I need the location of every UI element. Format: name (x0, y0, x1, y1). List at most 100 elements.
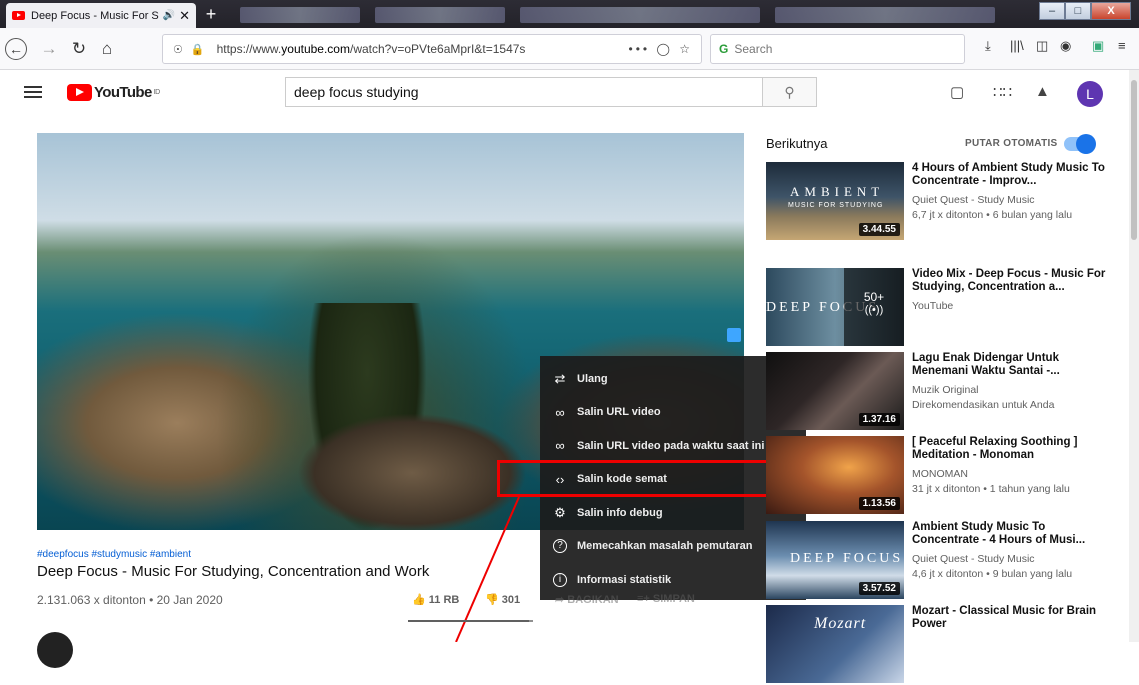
notifications-bell-icon[interactable]: ▲ (1035, 83, 1050, 100)
dislike-button[interactable]: 👎 301 (485, 593, 520, 606)
youtube-play-icon (67, 84, 92, 101)
recommended-meta: 31 jt x ditonton • 1 tahun yang lalu (912, 483, 1070, 495)
search-input[interactable]: deep focus studying (285, 77, 763, 107)
video-hashtags[interactable]: #deepfocus #studymusic #ambient (37, 549, 191, 560)
page-scrollbar[interactable] (1129, 70, 1139, 642)
link-icon: ∞ (555, 438, 565, 454)
recommended-video[interactable]: DEEP FOCUS 3.57.52 Ambient Study Music To … (766, 521, 1111, 601)
recommended-channel[interactable]: Quiet Quest - Study Music (912, 194, 1035, 206)
guide-menu-icon[interactable] (24, 83, 42, 103)
maximize-icon[interactable]: □ (1065, 2, 1091, 20)
create-video-icon[interactable]: ▢ (950, 83, 964, 101)
back-arrow-icon[interactable]: ← (5, 38, 27, 60)
minimize-icon[interactable]: – (1039, 2, 1065, 20)
playlist-count-overlay: 50+ ((•)) (844, 268, 904, 346)
speaker-icon[interactable]: 🔊 (163, 10, 175, 21)
channel-avatar[interactable] (37, 632, 73, 668)
save-button[interactable]: ≡+ SIMPAN (637, 593, 695, 605)
youtube-favicon-icon (12, 11, 25, 20)
blurred-tab[interactable] (375, 7, 505, 23)
url-text[interactable]: https://www.youtube.com/watch?v=oPVte6aM… (217, 42, 526, 56)
window-controls: – □ X (1039, 2, 1131, 20)
recommended-title[interactable]: [ Peaceful Relaxing Soothing ] Meditatio… (912, 436, 1110, 462)
shield-icon[interactable]: ☉ (173, 43, 183, 56)
tab-title: Deep Focus - Music For Stu (31, 9, 159, 22)
browser-toolbar: ← → ↻ ⌂ ☉ 🔒 https://www.youtube.com/watc… (0, 28, 1139, 70)
close-tab-icon[interactable]: ✕ (179, 8, 190, 24)
search-button[interactable]: ⚲ (762, 77, 817, 107)
like-button[interactable]: 👍 11 RB (412, 593, 459, 606)
recommended-video[interactable]: 1.37.16 Lagu Enak Didengar Untuk Menemani… (766, 352, 1111, 432)
library-icon[interactable]: |||\ (1010, 38, 1024, 53)
recommended-video[interactable]: 1.13.56 [ Peaceful Relaxing Soothing ] Me… (766, 436, 1111, 516)
up-next-heading: Berikutnya (766, 136, 828, 151)
debug-icon: ⚙ (554, 504, 566, 520)
context-menu-label: Salin info debug (577, 506, 663, 519)
thumbs-up-icon: 👍 (412, 594, 426, 606)
sidebar-icon[interactable]: ◫ (1036, 38, 1048, 54)
thumbnail-text: AMBIENT (790, 184, 885, 199)
blurred-tab[interactable] (240, 7, 360, 23)
recommended-meta: 6,7 jt x ditonton • 6 bulan yang lalu (912, 209, 1073, 221)
thumbnail-text: DEEP FOCUS (790, 551, 904, 566)
video-thumbnail[interactable]: 1.13.56 (766, 436, 904, 514)
context-menu-label: Ulang (577, 372, 608, 385)
annotation-highlight-box (497, 460, 799, 497)
loop-icon: ⇄ (554, 370, 566, 386)
recommended-meta: Direkomendasikan untuk Anda (912, 399, 1055, 411)
autoplay-label: PUTAR OTOMATIS (965, 138, 1058, 149)
youtube-header: YouTube ID deep focus studying ⚲ ▢ ∷∷ ▲ L (0, 70, 1129, 116)
help-icon: ? (553, 539, 567, 554)
apps-grid-icon[interactable]: ∷∷ (993, 83, 1012, 101)
page-actions[interactable]: ••• ◯ ☆ (629, 42, 693, 56)
lock-icon[interactable]: 🔒 (191, 43, 205, 56)
avatar[interactable]: L (1077, 81, 1103, 107)
recommended-channel[interactable]: MONOMAN (912, 468, 968, 480)
like-ratio-bar (408, 620, 533, 622)
miniplayer-icon[interactable] (727, 328, 741, 342)
extension-icon[interactable]: ▣ (1092, 38, 1104, 54)
link-icon: ∞ (555, 404, 565, 420)
recommended-video[interactable]: DEEP FOCUS 50+ ((•)) Video Mix - Deep Focus… (766, 268, 1111, 348)
video-title: Deep Focus - Music For Studying, Concent… (37, 563, 430, 580)
thumbnail-subtext: MUSIC FOR STUDYING (788, 202, 884, 209)
recommended-channel[interactable]: YouTube (912, 300, 953, 312)
browser-search-field[interactable]: G Search (710, 34, 965, 64)
share-button[interactable]: ➦ BAGIKAN (555, 593, 619, 606)
context-menu-label: Informasi statistik (577, 573, 672, 586)
forward-arrow-icon[interactable]: → (36, 36, 62, 62)
tab-active[interactable]: Deep Focus - Music For Stu 🔊 ✕ (6, 3, 196, 28)
autoplay-toggle[interactable] (1064, 134, 1096, 154)
reload-icon[interactable]: ↻ (66, 36, 92, 62)
video-thumbnail[interactable]: DEEP FOCUS 50+ ((•)) (766, 268, 904, 346)
recommended-channel[interactable]: Quiet Quest - Study Music (912, 553, 1035, 565)
video-duration: 3.57.52 (858, 582, 900, 595)
search-engine-icon[interactable]: G (719, 42, 728, 56)
download-icon[interactable]: ⤓ (985, 38, 991, 54)
video-thumbnail[interactable]: AMBIENT MUSIC FOR STUDYING 3.44.55 (766, 162, 904, 240)
video-thumbnail[interactable]: Mozart (766, 605, 904, 683)
recommended-channel[interactable]: Muzik Original (912, 384, 979, 396)
video-thumbnail[interactable]: 1.37.16 (766, 352, 904, 430)
context-menu-label: Salin URL video pada waktu saat ini (577, 439, 765, 452)
new-tab-button[interactable]: + (200, 3, 222, 28)
url-bar[interactable]: ☉ 🔒 https://www.youtube.com/watch?v=oPVt… (162, 34, 702, 64)
recommended-meta: 4,6 jt x ditonton • 9 bulan yang lalu (912, 568, 1073, 580)
account-icon[interactable]: ◉ (1060, 38, 1071, 54)
video-thumbnail[interactable]: DEEP FOCUS 3.57.52 (766, 521, 904, 599)
video-duration: 1.37.16 (858, 413, 900, 426)
recommended-title[interactable]: 4 Hours of Ambient Study Music To Concen… (912, 162, 1110, 188)
recommended-title[interactable]: Ambient Study Music To Concentrate - 4 H… (912, 521, 1110, 547)
recommended-video[interactable]: AMBIENT MUSIC FOR STUDYING 3.44.55 4 Hours … (766, 162, 1111, 242)
recommended-title[interactable]: Mozart - Classical Music for Brain Power (912, 605, 1110, 631)
recommended-title[interactable]: Video Mix - Deep Focus - Music For Study… (912, 268, 1110, 294)
hamburger-menu-icon[interactable]: ≡ (1118, 38, 1126, 53)
video-duration: 3.44.55 (858, 223, 900, 236)
recommended-video[interactable]: Mozart Mozart - Classical Music for Brain… (766, 605, 1111, 685)
blurred-tab[interactable] (520, 7, 760, 23)
home-icon[interactable]: ⌂ (94, 36, 120, 62)
recommended-title[interactable]: Lagu Enak Didengar Untuk Menemani Waktu … (912, 352, 1110, 378)
blurred-tab[interactable] (775, 7, 995, 23)
close-window-icon[interactable]: X (1091, 2, 1131, 20)
youtube-logo[interactable]: YouTube ID (67, 84, 160, 101)
